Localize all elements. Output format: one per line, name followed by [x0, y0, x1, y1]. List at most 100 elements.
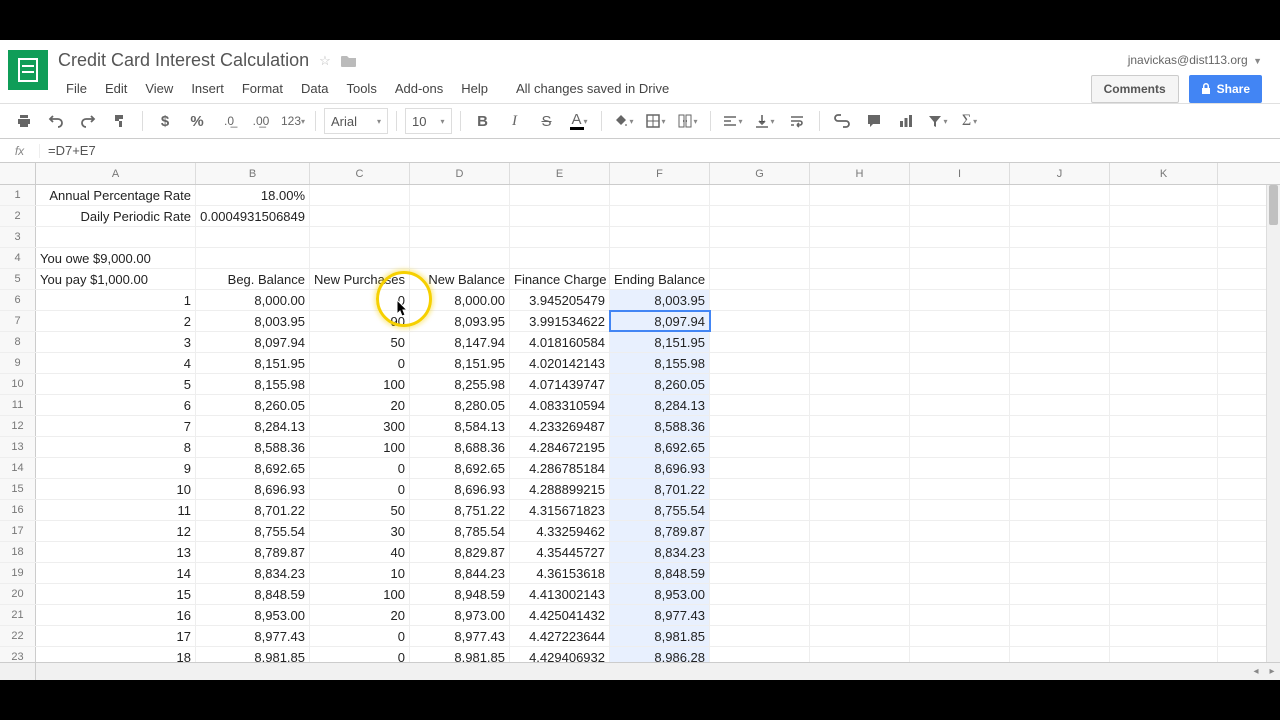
comment-icon[interactable] [860, 107, 888, 135]
cell[interactable]: 4.425041432 [510, 605, 610, 625]
cell[interactable]: 90 [310, 311, 410, 331]
cell[interactable] [810, 290, 910, 310]
cell[interactable]: 100 [310, 374, 410, 394]
cell[interactable]: 8,003.95 [196, 311, 310, 331]
menu-file[interactable]: File [58, 77, 95, 100]
cell[interactable]: 8,785.54 [410, 521, 510, 541]
scroll-left-icon[interactable]: ◂ [1248, 666, 1264, 677]
cell[interactable] [910, 374, 1010, 394]
cell[interactable] [910, 542, 1010, 562]
cell[interactable]: 15 [36, 584, 196, 604]
cell[interactable] [810, 416, 910, 436]
vertical-scrollbar[interactable] [1266, 185, 1280, 662]
folder-icon[interactable] [341, 54, 357, 68]
cell[interactable]: 6 [36, 395, 196, 415]
cell[interactable] [910, 437, 1010, 457]
cell[interactable]: 8,260.05 [196, 395, 310, 415]
col-header[interactable]: C [310, 163, 410, 184]
cell[interactable]: 0 [310, 458, 410, 478]
scroll-right-icon[interactable]: ▸ [1264, 666, 1280, 677]
share-button[interactable]: Share [1189, 75, 1262, 103]
cell[interactable] [1010, 500, 1110, 520]
doc-title[interactable]: Credit Card Interest Calculation [58, 50, 309, 71]
row-header[interactable]: 23 [0, 647, 36, 662]
cell[interactable]: 8,755.54 [196, 521, 310, 541]
cell[interactable] [410, 206, 510, 226]
row-header[interactable]: 8 [0, 332, 36, 352]
cell[interactable]: 8,280.05 [410, 395, 510, 415]
cell[interactable] [310, 206, 410, 226]
cell[interactable] [1110, 584, 1218, 604]
cell[interactable] [710, 563, 810, 583]
cell[interactable] [810, 332, 910, 352]
cell[interactable] [810, 563, 910, 583]
undo-icon[interactable] [42, 107, 70, 135]
cell[interactable] [810, 311, 910, 331]
cell[interactable] [710, 437, 810, 457]
redo-icon[interactable] [74, 107, 102, 135]
wrap-icon[interactable] [783, 107, 811, 135]
cell[interactable] [810, 521, 910, 541]
cell[interactable] [1010, 227, 1110, 247]
cell[interactable] [1010, 437, 1110, 457]
chart-icon[interactable] [892, 107, 920, 135]
cell[interactable] [910, 584, 1010, 604]
cell[interactable] [710, 584, 810, 604]
cell[interactable] [1110, 248, 1218, 268]
cell[interactable] [1010, 269, 1110, 289]
cell[interactable] [710, 332, 810, 352]
cell[interactable]: 11 [36, 500, 196, 520]
cell[interactable] [910, 185, 1010, 205]
cell[interactable]: 3.945205479 [510, 290, 610, 310]
cell[interactable] [910, 353, 1010, 373]
strike-icon[interactable]: S [533, 107, 561, 135]
font-size-select[interactable]: 10▾ [405, 108, 451, 134]
cell[interactable]: 100 [310, 437, 410, 457]
cell[interactable]: 4.35445727 [510, 542, 610, 562]
row-header[interactable]: 22 [0, 626, 36, 646]
cell[interactable] [310, 227, 410, 247]
user-email[interactable]: jnavickas@dist113.org ▼ [1128, 53, 1262, 67]
menu-help[interactable]: Help [453, 77, 496, 100]
cell[interactable]: 8,789.87 [196, 542, 310, 562]
row-header[interactable]: 10 [0, 374, 36, 394]
cell[interactable]: 8,977.43 [410, 626, 510, 646]
cell[interactable]: 18 [36, 647, 196, 662]
cell[interactable] [510, 185, 610, 205]
cell[interactable]: 12 [36, 521, 196, 541]
cell[interactable]: 4.315671823 [510, 500, 610, 520]
star-icon[interactable]: ☆ [319, 53, 331, 69]
cell[interactable]: 40 [310, 542, 410, 562]
cell[interactable] [910, 206, 1010, 226]
row-header[interactable]: 4 [0, 248, 36, 268]
cell[interactable]: 4.429406932 [510, 647, 610, 662]
cell[interactable] [1110, 332, 1218, 352]
cell[interactable] [1110, 269, 1218, 289]
add-sheet-button[interactable] [0, 663, 36, 680]
cell[interactable] [710, 500, 810, 520]
row-header[interactable]: 13 [0, 437, 36, 457]
cell[interactable] [810, 605, 910, 625]
cell[interactable] [1110, 605, 1218, 625]
row-header[interactable]: 19 [0, 563, 36, 583]
col-header[interactable]: F [610, 163, 710, 184]
cell[interactable]: 8,000.00 [196, 290, 310, 310]
cell[interactable]: 8,977.43 [610, 605, 710, 625]
menu-view[interactable]: View [137, 77, 181, 100]
cell[interactable]: 8,834.23 [610, 542, 710, 562]
cell[interactable] [710, 269, 810, 289]
row-header[interactable]: 7 [0, 311, 36, 331]
cell[interactable]: 30 [310, 521, 410, 541]
comments-button[interactable]: Comments [1091, 75, 1179, 103]
cell[interactable] [1010, 584, 1110, 604]
halign-icon[interactable]: ▾ [719, 107, 747, 135]
cell[interactable]: 300 [310, 416, 410, 436]
font-select[interactable]: Arial▾ [324, 108, 388, 134]
cell[interactable]: 4.284672195 [510, 437, 610, 457]
col-header[interactable]: B [196, 163, 310, 184]
select-all-corner[interactable] [0, 163, 36, 184]
cell[interactable] [1110, 458, 1218, 478]
cell[interactable] [910, 269, 1010, 289]
bold-icon[interactable]: B [469, 107, 497, 135]
cell[interactable] [910, 416, 1010, 436]
